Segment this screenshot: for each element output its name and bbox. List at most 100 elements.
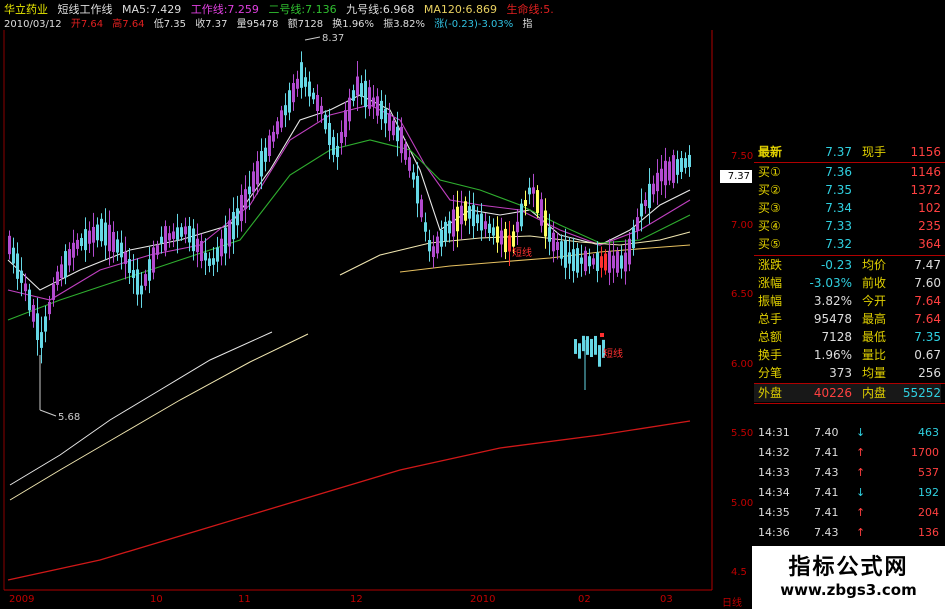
candle-body [480, 213, 483, 231]
candle-body [16, 253, 19, 279]
x-axis-period-label[interactable]: 日线 [722, 594, 742, 609]
stat-label: 分笔 [758, 366, 783, 380]
stat-value: 95478 [813, 312, 852, 326]
bid-row[interactable]: 买① 7.36 1146 [754, 163, 941, 181]
candle-body [536, 190, 539, 213]
stat-label: 量比 [862, 348, 887, 362]
candle-body [200, 240, 203, 262]
bid-row[interactable]: 买② 7.35 1372 [754, 181, 941, 199]
candle-body [324, 114, 327, 130]
candle-body [168, 233, 171, 241]
x-tick-label: 10 [150, 594, 163, 605]
tick-row[interactable]: 14:32 7.41 ↑ 1700 [754, 444, 941, 461]
low-price-label: 5.68 [58, 412, 80, 423]
candle-body [272, 131, 275, 142]
arrow-up-icon: ↑ [856, 506, 866, 519]
candle-body [316, 94, 319, 112]
candle-body [248, 186, 251, 195]
candle-body [612, 255, 615, 269]
candle-body [180, 227, 183, 237]
tick-time: 14:34 [758, 486, 790, 499]
candle-body [384, 108, 387, 124]
candle-body [116, 239, 119, 253]
candle-body [620, 255, 623, 269]
candle-body [296, 78, 299, 89]
candle-body [580, 257, 583, 264]
tick-row[interactable]: 14:31 7.40 ↓ 463 [754, 424, 941, 441]
stat-label: 涨跌 [758, 258, 783, 272]
tick-row[interactable]: 14:34 7.41 ↓ 192 [754, 484, 941, 501]
candle-body [32, 304, 35, 322]
stat-row: 总额 7128 最低 7.35 [754, 328, 941, 346]
candle-body [176, 227, 179, 240]
candle-body [516, 221, 519, 233]
candle-body [584, 250, 587, 272]
candle-body [508, 235, 511, 252]
candle-body [344, 110, 347, 137]
candle-body [388, 113, 391, 131]
tick-row[interactable]: 14:35 7.41 ↑ 204 [754, 504, 941, 521]
candle-body [376, 96, 379, 116]
candle-body [256, 161, 259, 185]
candle-body [672, 155, 675, 183]
candle-body [372, 97, 375, 107]
y-tick-label: 5.00 [731, 498, 754, 509]
tick-row[interactable]: 14:33 7.43 ↑ 537 [754, 464, 941, 481]
candle-body [664, 160, 667, 186]
candle-body [444, 221, 447, 242]
latest-value: 7.37 [825, 145, 852, 159]
candle-body [192, 228, 195, 252]
latest-label: 最新 [758, 145, 783, 159]
candle-body [128, 259, 131, 273]
bid-price: 7.33 [825, 219, 852, 233]
candle-body [680, 158, 683, 172]
candle-body [112, 231, 115, 253]
candle-body [504, 228, 507, 253]
candle-body [464, 201, 467, 221]
candle-body [380, 100, 383, 120]
candle-body [304, 77, 307, 87]
watermark-url: www.zbgs3.com [780, 581, 917, 599]
candle-body [140, 285, 143, 295]
candle-body [268, 135, 271, 156]
bar-amplitude: 振3.82% [383, 19, 426, 30]
candle-body [528, 187, 531, 195]
candle-body [392, 120, 395, 136]
inner-value: 55252 [902, 386, 941, 400]
candle-body [588, 256, 591, 267]
bid-row[interactable]: 买④ 7.33 235 [754, 217, 941, 235]
candle-body [8, 235, 11, 255]
candle-body [484, 221, 487, 230]
stat-label: 换手 [758, 348, 783, 362]
signal-candle [578, 343, 581, 359]
candle-body [644, 199, 647, 207]
candle-body [396, 126, 399, 142]
candle-body [436, 236, 439, 254]
x-tick-label: 2010 [470, 594, 496, 605]
candle-body [60, 264, 63, 279]
bid-row[interactable]: 买⑤ 7.32 364 [754, 235, 941, 253]
candle-body [340, 131, 343, 144]
tick-row[interactable]: 14:36 7.43 ↑ 136 [754, 524, 941, 541]
bid-row[interactable]: 买③ 7.34 102 [754, 199, 941, 217]
candle-body [360, 83, 363, 97]
candle-body [460, 205, 463, 225]
tick-price: 7.43 [814, 466, 839, 479]
candle-body [108, 224, 111, 252]
stat-value: -3.03% [809, 276, 852, 290]
candle-body [448, 220, 451, 234]
candle-body [232, 211, 235, 240]
candle-body [520, 203, 523, 227]
candle-body [132, 270, 135, 278]
now-hand-label: 现手 [862, 145, 887, 159]
candle-body [608, 251, 611, 273]
candle-body [404, 144, 407, 160]
candle-body [416, 175, 419, 204]
bar-close: 收7.37 [195, 19, 228, 30]
bid-volume: 102 [918, 201, 941, 215]
candle-body [568, 252, 571, 264]
price-tag: 7.37 [720, 170, 752, 183]
candle-body [420, 199, 423, 218]
candle-body [300, 62, 303, 88]
tick-volume: 1700 [911, 446, 939, 459]
